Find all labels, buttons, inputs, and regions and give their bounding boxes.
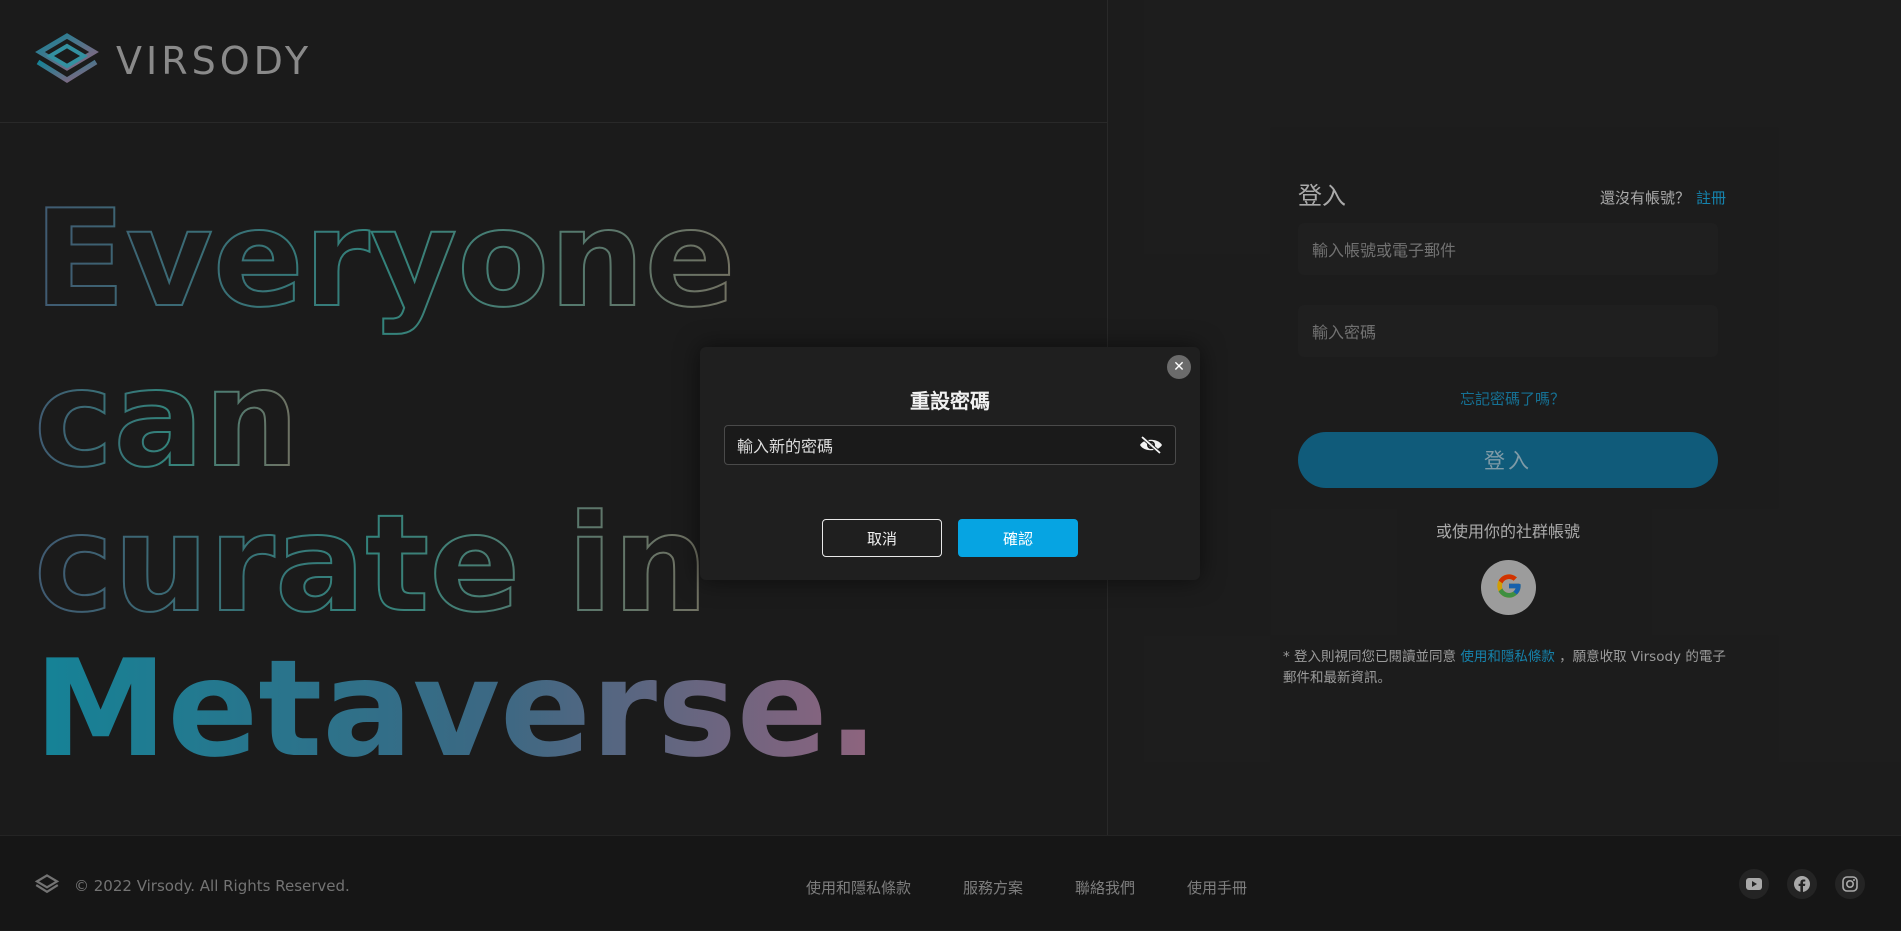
reset-password-dialog: ✕ 重設密碼 輸入新的密碼 取消 確認 [700,347,1200,580]
new-password-placeholder: 輸入新的密碼 [737,437,834,456]
close-icon[interactable]: ✕ [1167,355,1191,379]
new-password-input[interactable]: 輸入新的密碼 [724,425,1176,465]
confirm-button[interactable]: 確認 [958,519,1078,557]
dialog-title: 重設密碼 [910,389,990,413]
eye-off-icon[interactable] [1139,436,1163,454]
cancel-button[interactable]: 取消 [822,519,942,557]
